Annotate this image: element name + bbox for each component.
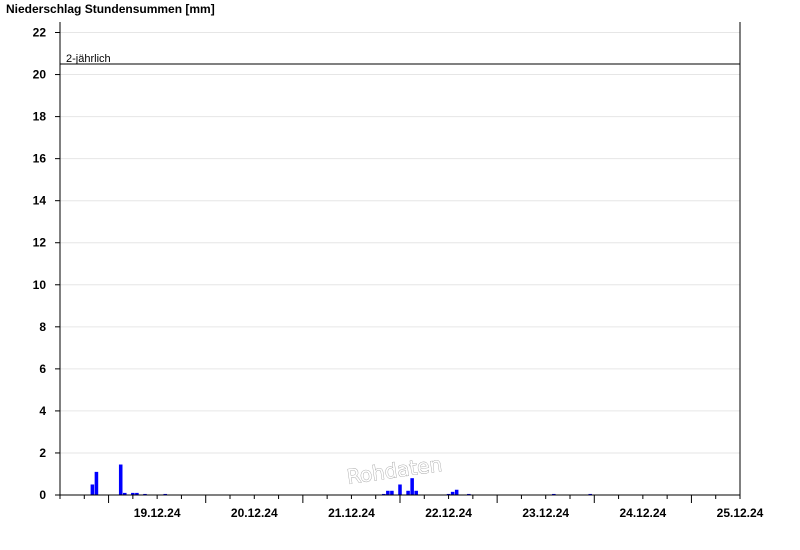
x-tick-label: 20.12.24 (231, 506, 278, 520)
x-tick-label: 21.12.24 (328, 506, 375, 520)
precip-bar (398, 484, 402, 495)
axes (59, 22, 741, 496)
precip-bar (390, 490, 394, 495)
x-axis-ticks: 19.12.24 20.12.24 21.12.24 22.12.24 23.12.24… (59, 495, 764, 520)
y-tick-label: 14 (33, 194, 47, 208)
y-tick-label: 18 (33, 110, 47, 124)
y-tick-label: 20 (33, 68, 47, 82)
threshold-label: 2-jährlich (66, 53, 111, 65)
precip-bar (94, 471, 99, 495)
y-axis-ticks: 0 2 4 6 8 10 12 14 16 18 20 22 (33, 26, 60, 502)
y-tick-label: 0 (39, 488, 46, 502)
x-tick-label: 19.12.24 (134, 506, 181, 520)
precip-bar (118, 464, 123, 495)
y-tick-label: 2 (39, 446, 46, 460)
x-tick-label: 24.12.24 (619, 506, 666, 520)
precip-bar (386, 490, 390, 495)
watermark-rohdaten: Rohdaten (345, 452, 443, 489)
precip-bar (454, 489, 459, 495)
x-tick-label: 25.12.24 (717, 506, 764, 520)
precip-bar (414, 490, 418, 495)
precip-bar (406, 490, 410, 495)
precip-bar (90, 484, 95, 495)
y-tick-label: 12 (33, 236, 47, 250)
y-tick-label: 4 (39, 404, 46, 418)
x-tick-label: 22.12.24 (425, 506, 472, 520)
x-tick-label: 23.12.24 (522, 506, 569, 520)
precipitation-chart: Niederschlag Stundensummen [mm] 0 2 4 6 8 10 1… (6, 2, 764, 520)
y-tick-label: 22 (33, 26, 47, 40)
chart-title: Niederschlag Stundensummen [mm] (6, 2, 215, 16)
y-tick-label: 6 (39, 362, 46, 376)
y-tick-label: 16 (33, 152, 47, 166)
y-tick-label: 8 (39, 320, 46, 334)
y-tick-label: 10 (33, 278, 47, 292)
precip-bar (410, 478, 414, 495)
grid-lines (60, 32, 740, 454)
bars-group (90, 464, 593, 495)
